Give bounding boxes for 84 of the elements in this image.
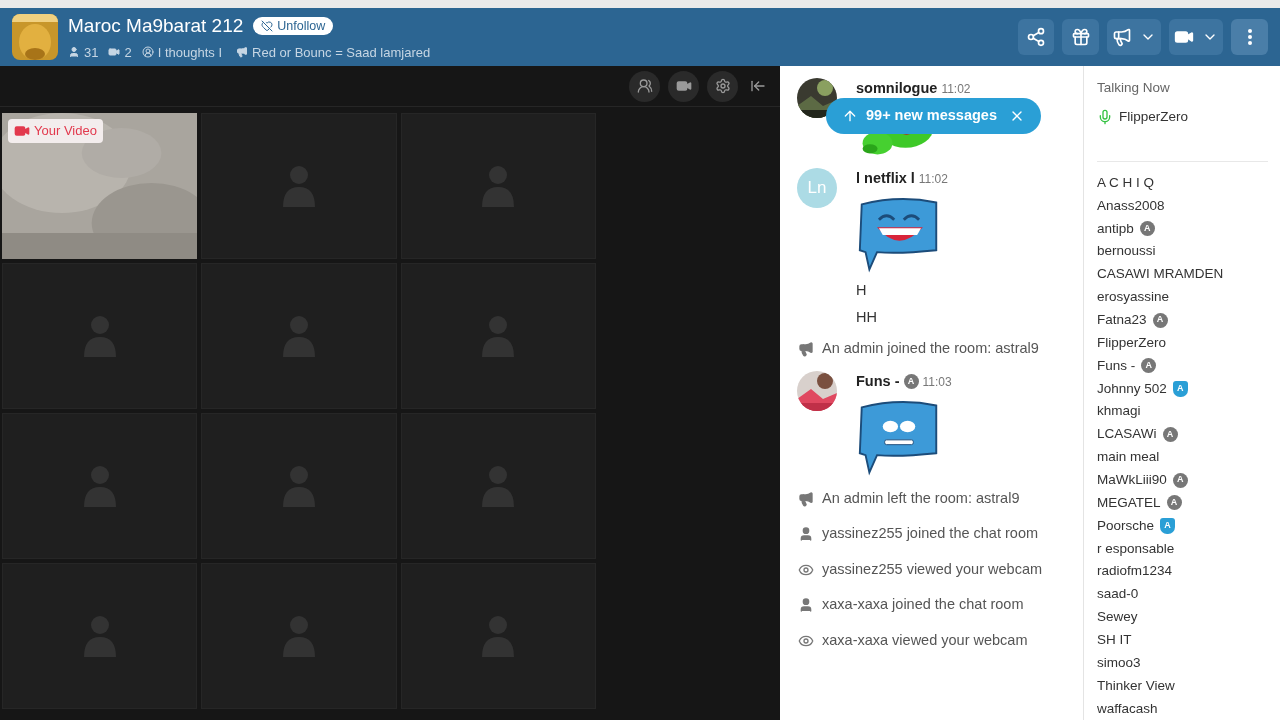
user-name[interactable]: CASAWI MRAMDEN bbox=[1097, 264, 1224, 285]
user-name[interactable]: r esponsable bbox=[1097, 538, 1175, 559]
event-text: xaxa-xaxa viewed your webcam bbox=[822, 630, 1028, 650]
more-icon bbox=[1247, 29, 1252, 45]
user-name[interactable]: Johnny 502 bbox=[1097, 378, 1167, 399]
message-time: 11:02 bbox=[941, 80, 971, 98]
user-name[interactable]: khmagi bbox=[1097, 401, 1141, 422]
admin-badge: A bbox=[1139, 221, 1155, 237]
more-button[interactable] bbox=[1231, 19, 1268, 55]
share-button[interactable] bbox=[1018, 19, 1054, 55]
moderator-badge: A bbox=[1160, 517, 1176, 534]
camera-dropdown-button[interactable] bbox=[1169, 19, 1223, 55]
video-camera-icon bbox=[675, 78, 692, 94]
camera-button[interactable] bbox=[668, 70, 699, 102]
user-name[interactable]: Funs - bbox=[1097, 355, 1136, 376]
gift-icon bbox=[1070, 27, 1091, 47]
user-name[interactable]: antipb bbox=[1097, 218, 1134, 239]
user-name[interactable]: A C H I Q bbox=[1097, 172, 1154, 194]
user-name[interactable]: erosyassine bbox=[1097, 287, 1170, 308]
settings-button[interactable] bbox=[707, 70, 738, 102]
message-time: 11:03 bbox=[922, 373, 952, 391]
user-avatar: Ln bbox=[797, 167, 837, 208]
message-text: H bbox=[856, 280, 867, 300]
users-icon bbox=[68, 46, 80, 59]
megaphone-icon bbox=[798, 490, 814, 507]
user-name[interactable]: FlipperZero bbox=[1097, 332, 1167, 354]
sender-name[interactable]: Funs - bbox=[856, 371, 900, 393]
moderator-badge: A bbox=[1172, 380, 1188, 397]
event-text: yassinez255 joined the chat room bbox=[822, 524, 1039, 544]
event-text: An admin left the room: astral9 bbox=[822, 488, 1020, 508]
arrow-up-icon bbox=[842, 108, 858, 124]
megaphone-icon bbox=[1112, 27, 1132, 47]
user-name[interactable]: LCASAWi bbox=[1097, 424, 1157, 445]
user-name[interactable]: MEGATEL bbox=[1097, 492, 1161, 514]
admin-badge: A bbox=[1166, 495, 1182, 511]
megaphone-icon bbox=[236, 46, 249, 59]
status-icon bbox=[141, 46, 154, 59]
user-name[interactable]: bernoussi bbox=[1097, 241, 1156, 262]
sender-name[interactable]: l netflix l bbox=[856, 167, 915, 190]
user-name[interactable]: Fatna23 bbox=[1097, 309, 1147, 331]
user-name[interactable]: Anass2008 bbox=[1097, 195, 1165, 216]
megaphone-icon bbox=[798, 341, 814, 358]
collapse-icon bbox=[750, 78, 766, 94]
talking-user[interactable]: FlipperZero bbox=[1119, 107, 1189, 128]
settings-icon bbox=[714, 78, 731, 94]
message-time: 11:02 bbox=[918, 170, 948, 188]
gift-button[interactable] bbox=[1062, 19, 1099, 55]
admin-badge: A bbox=[1152, 312, 1168, 328]
cams-icon bbox=[108, 46, 121, 59]
user-name[interactable]: SH IT bbox=[1097, 630, 1132, 651]
cam-count: 2 bbox=[124, 43, 132, 62]
admin-badge: A bbox=[1162, 426, 1178, 442]
user-name[interactable]: waffacash bbox=[1097, 698, 1158, 719]
event-text: xaxa-xaxa joined the chat room bbox=[822, 595, 1024, 615]
user-count: 31 bbox=[84, 43, 99, 62]
user-name[interactable]: simoo3 bbox=[1097, 652, 1141, 674]
admin-badge: A bbox=[1172, 472, 1188, 488]
sender-name[interactable]: somnilogue bbox=[856, 78, 938, 100]
your-video-label: Your Video bbox=[8, 119, 103, 143]
user-name[interactable]: saad-0 bbox=[1097, 584, 1139, 605]
user-name[interactable]: main meal bbox=[1097, 447, 1160, 468]
user-icon bbox=[798, 597, 814, 613]
broadcast-dropdown-button[interactable] bbox=[1107, 19, 1161, 55]
unfollow-button[interactable]: Unfollow bbox=[253, 17, 334, 36]
room-status: I thoughts I bbox=[157, 43, 223, 62]
room-announcement: Red or Bounc = Saad lamjared bbox=[252, 43, 431, 62]
message-text: HH bbox=[856, 307, 877, 327]
room-title: Maroc Ma9barat 212 bbox=[68, 14, 244, 38]
viewers-button[interactable] bbox=[629, 70, 660, 102]
share-icon bbox=[1026, 27, 1046, 47]
admin-badge: A bbox=[1141, 358, 1157, 374]
event-text: An admin joined the room: astral9 bbox=[822, 339, 1039, 359]
mic-icon bbox=[1097, 109, 1113, 126]
user-name[interactable]: MaWkLiii90 bbox=[1097, 469, 1167, 491]
user-name[interactable]: radiofm1234 bbox=[1097, 561, 1173, 582]
user-name[interactable]: Thinker View bbox=[1097, 675, 1175, 696]
user-name[interactable]: Sewey bbox=[1097, 607, 1138, 628]
users-icon bbox=[636, 78, 653, 94]
user-icon bbox=[798, 526, 814, 542]
heart-off-icon bbox=[261, 20, 274, 33]
admin-badge: A bbox=[903, 374, 919, 390]
user-name[interactable]: Poorsche bbox=[1097, 515, 1155, 536]
talking-now-heading: Talking Now bbox=[1097, 79, 1171, 97]
event-text: yassinez255 viewed your webcam bbox=[822, 559, 1043, 579]
